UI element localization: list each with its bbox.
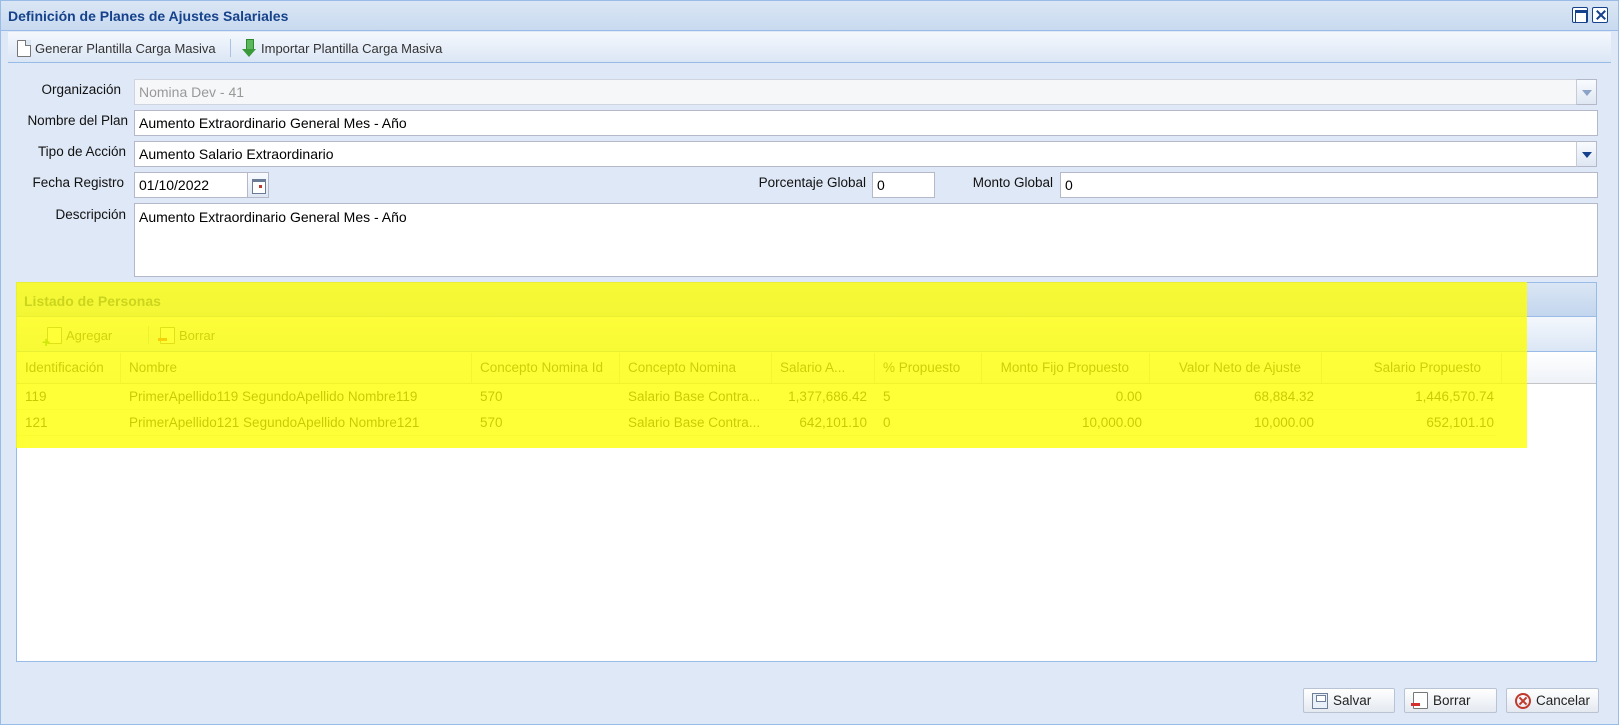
porcentaje-global-label: Porcentaje Global — [758, 175, 866, 190]
cell-salario-propuesto: 1,446,570.74 — [1415, 389, 1494, 404]
cell-monto-fijo-propuesto: 0.00 — [1115, 389, 1142, 404]
grid-header: Listado de Personas — [17, 283, 1596, 317]
porcentaje-global-input[interactable]: 0 — [872, 172, 935, 198]
remove-document-icon — [158, 326, 175, 344]
cell-concepto-nomina-id: 570 — [480, 389, 503, 404]
window-title: Definición de Planes de Ajustes Salarial… — [8, 8, 289, 24]
add-person-button[interactable]: Agregar — [42, 325, 113, 349]
monto-global-input[interactable]: 0 — [1060, 172, 1598, 198]
delete-button-label: Borrar — [1433, 693, 1471, 708]
cell-monto-fijo-propuesto: 10,000.00 — [1081, 415, 1142, 430]
column-header-nombre[interactable]: Nombre — [121, 353, 472, 383]
import-template-button[interactable]: Importar Plantilla Carga Masiva — [241, 38, 442, 58]
generate-template-label: Generar Plantilla Carga Masiva — [35, 40, 216, 56]
import-template-label: Importar Plantilla Carga Masiva — [261, 40, 443, 56]
grid-toolbar-separator — [148, 326, 149, 344]
cell-concepto-nomina-id: 570 — [480, 415, 503, 430]
column-header-salario-actual[interactable]: Salario A... — [772, 353, 875, 383]
grid-column-headers: Identificación Nombre Concepto Nomina Id… — [17, 353, 1596, 384]
descripcion-label: Descripción — [55, 207, 126, 222]
fecha-registro-label: Fecha Registro — [32, 175, 124, 190]
column-header-salario-propuesto[interactable]: Salario Propuesto — [1322, 353, 1502, 383]
cancel-button-label: Cancelar — [1535, 693, 1590, 708]
column-header-concepto-nomina[interactable]: Concepto Nomina — [620, 353, 772, 383]
title-bar[interactable]: Definición de Planes de Ajustes Salarial… — [1, 1, 1618, 31]
column-header-valor-neto-ajuste[interactable]: Valor Neto de Ajuste — [1150, 353, 1322, 383]
table-row[interactable]: 119 PrimerApellido119 SegundoApellido No… — [17, 384, 1497, 410]
nombre-plan-input[interactable]: Aumento Extraordinario General Mes - Año — [134, 110, 1598, 136]
save-button-label: Salvar — [1333, 693, 1372, 708]
cell-salario-actual: 1,377,686.42 — [788, 389, 867, 404]
cell-identificacion: 121 — [25, 415, 48, 430]
tipo-accion-label: Tipo de Acción — [37, 144, 126, 159]
cell-valor-neto-ajuste: 68,884.32 — [1253, 389, 1314, 404]
grid-toolbar: Agregar Borrar — [17, 317, 1596, 352]
generate-template-button[interactable]: Generar Plantilla Carga Masiva — [17, 38, 216, 58]
column-header-concepto-nomina-id[interactable]: Concepto Nomina Id — [472, 353, 620, 383]
delete-person-button[interactable]: Borrar — [158, 325, 216, 345]
column-header-identificacion[interactable]: Identificación — [17, 353, 121, 383]
descripcion-textarea[interactable]: Aumento Extraordinario General Mes - Año — [134, 203, 1598, 277]
save-button[interactable]: Salvar — [1303, 688, 1395, 713]
organizacion-dropdown-icon — [1576, 79, 1597, 105]
table-row[interactable]: 121 PrimerApellido121 SegundoApellido No… — [17, 410, 1497, 436]
cell-identificacion: 119 — [25, 389, 47, 404]
cell-porcentaje-propuesto: 5 — [883, 389, 891, 404]
cell-nombre: PrimerApellido119 SegundoApellido Nombre… — [129, 389, 418, 404]
remove-document-icon — [1411, 692, 1428, 709]
document-icon — [17, 39, 31, 57]
floppy-disk-icon — [1312, 692, 1328, 709]
tipo-accion-dropdown-icon[interactable] — [1576, 141, 1597, 167]
column-header-monto-fijo-propuesto[interactable]: Monto Fijo Propuesto — [982, 353, 1150, 383]
delete-button[interactable]: Borrar — [1404, 688, 1497, 713]
cell-nombre: PrimerApellido121 SegundoApellido Nombre… — [129, 415, 420, 430]
personas-grid-panel: Listado de Personas Agregar Borrar Ident… — [16, 282, 1597, 662]
cell-porcentaje-propuesto: 0 — [883, 415, 891, 430]
monto-global-label: Monto Global — [972, 175, 1053, 190]
calendar-icon[interactable] — [247, 172, 269, 198]
maximize-icon[interactable] — [1572, 7, 1588, 23]
cell-concepto-nomina: Salario Base Contra... — [628, 389, 761, 404]
download-arrow-icon — [241, 39, 257, 57]
cancel-button[interactable]: Cancelar — [1506, 688, 1599, 713]
main-toolbar: Generar Plantilla Carga Masiva Importar … — [8, 32, 1611, 63]
column-header-porcentaje-propuesto[interactable]: % Propuesto — [875, 353, 982, 383]
tipo-accion-select[interactable]: Aumento Salario Extraordinario — [134, 141, 1577, 167]
delete-person-label: Borrar — [179, 327, 216, 343]
toolbar-separator — [230, 39, 231, 57]
grid-title: Listado de Personas — [24, 293, 161, 309]
fecha-registro-input[interactable]: 01/10/2022 — [134, 172, 248, 198]
cell-salario-propuesto: 652,101.10 — [1426, 415, 1494, 430]
cell-concepto-nomina: Salario Base Contra... — [628, 415, 761, 430]
cancel-icon — [1515, 692, 1531, 709]
cell-salario-actual: 642,101.10 — [799, 415, 867, 430]
organizacion-field: Nomina Dev - 41 — [134, 79, 1577, 105]
organizacion-label: Organización — [41, 82, 121, 97]
add-person-label: Agregar — [66, 327, 113, 343]
cell-valor-neto-ajuste: 10,000.00 — [1253, 415, 1314, 430]
dialog-window: Definición de Planes de Ajustes Salarial… — [0, 0, 1619, 725]
add-document-icon — [42, 326, 62, 349]
close-icon[interactable] — [1592, 7, 1608, 23]
nombre-plan-label: Nombre del Plan — [27, 113, 128, 128]
